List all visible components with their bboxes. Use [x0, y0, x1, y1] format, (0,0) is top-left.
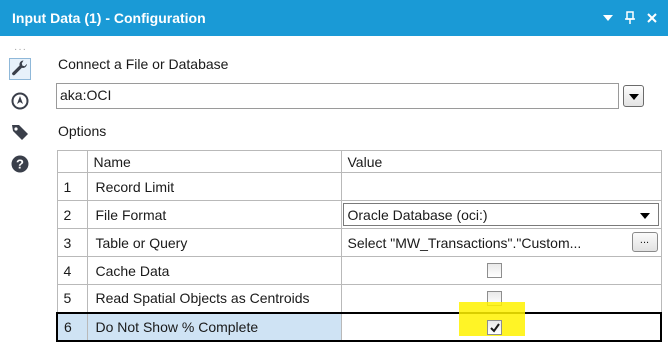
- hide-progress-checkbox[interactable]: [486, 319, 502, 337]
- option-name: Record Limit: [86, 172, 342, 201]
- connection-dropdown-button[interactable]: [623, 85, 644, 107]
- checkmark-icon: [489, 321, 501, 337]
- option-name: Do Not Show % Complete: [86, 311, 342, 342]
- row-number: 1: [56, 172, 88, 201]
- window-title: Input Data (1) - Configuration: [12, 10, 206, 26]
- row-number: 3: [56, 228, 88, 257]
- grid-header-row: Name Value: [56, 150, 662, 173]
- table-query-value: Select "MW_Transactions"."Custom...: [347, 235, 582, 251]
- table-row[interactable]: 4 Cache Data: [56, 256, 662, 285]
- table-row[interactable]: 5 Read Spatial Objects as Centroids: [56, 284, 662, 313]
- connection-input[interactable]: aka:OCI: [56, 83, 619, 109]
- navigation-tab-button[interactable]: [9, 91, 31, 113]
- browse-query-button[interactable]: ...: [631, 232, 658, 252]
- record-limit-input[interactable]: [340, 172, 662, 201]
- options-label: Options: [58, 123, 107, 139]
- title-bar-controls: [602, 11, 668, 25]
- table-row[interactable]: 2 File Format Oracle Database (oci:): [56, 200, 662, 229]
- connect-label: Connect a File or Database: [58, 56, 229, 72]
- wrench-icon: [11, 59, 29, 80]
- option-name: Table or Query: [86, 228, 342, 257]
- pin-icon[interactable]: [624, 11, 636, 25]
- grid-corner-cell: [56, 150, 88, 173]
- dropdown-arrow-icon[interactable]: [602, 11, 614, 25]
- help-tab-button[interactable]: ?: [9, 154, 31, 176]
- table-row[interactable]: 1 Record Limit: [56, 172, 662, 201]
- navigate-icon: [11, 92, 29, 113]
- file-format-cell: Oracle Database (oci:): [340, 200, 662, 229]
- cache-data-checkbox[interactable]: [486, 263, 502, 278]
- table-query-cell[interactable]: Select "MW_Transactions"."Custom... ...: [340, 228, 662, 257]
- configuration-tab-button[interactable]: [9, 58, 31, 80]
- table-row-selected[interactable]: 6 Do Not Show % Complete: [56, 301, 662, 342]
- tag-icon: [11, 123, 29, 144]
- chevron-down-icon: [628, 88, 639, 104]
- option-name: File Format: [86, 200, 342, 229]
- options-grid: Name Value 1 Record Limit 2 File Format …: [56, 150, 662, 342]
- row-number: 4: [56, 256, 88, 285]
- close-icon[interactable]: [646, 11, 658, 25]
- option-name: Cache Data: [86, 256, 342, 285]
- left-toolbar: ··· ?: [0, 36, 50, 356]
- file-format-value: Oracle Database (oci:): [347, 206, 488, 223]
- chevron-down-icon: [639, 213, 650, 219]
- hide-progress-cell: [340, 301, 662, 342]
- column-header-name: Name: [86, 150, 342, 173]
- configuration-panel: Input Data (1) - Configuration ··· ? Con…: [0, 0, 668, 356]
- column-header-value: Value: [340, 150, 662, 173]
- row-number: 2: [56, 200, 88, 229]
- cache-data-cell: [340, 256, 662, 285]
- table-row[interactable]: 3 Table or Query Select "MW_Transactions…: [56, 228, 662, 257]
- title-bar: Input Data (1) - Configuration: [0, 0, 668, 36]
- row-number: 5: [56, 284, 88, 313]
- svg-text:?: ?: [16, 156, 24, 171]
- help-icon: ?: [11, 155, 29, 176]
- file-format-select[interactable]: Oracle Database (oci:): [342, 203, 659, 226]
- option-name: Read Spatial Objects as Centroids: [86, 284, 342, 313]
- toolbar-grip-icon: ···: [14, 44, 27, 55]
- connection-value: aka:OCI: [60, 87, 112, 103]
- annotation-tab-button[interactable]: [9, 122, 31, 144]
- row-number: 6: [56, 311, 88, 342]
